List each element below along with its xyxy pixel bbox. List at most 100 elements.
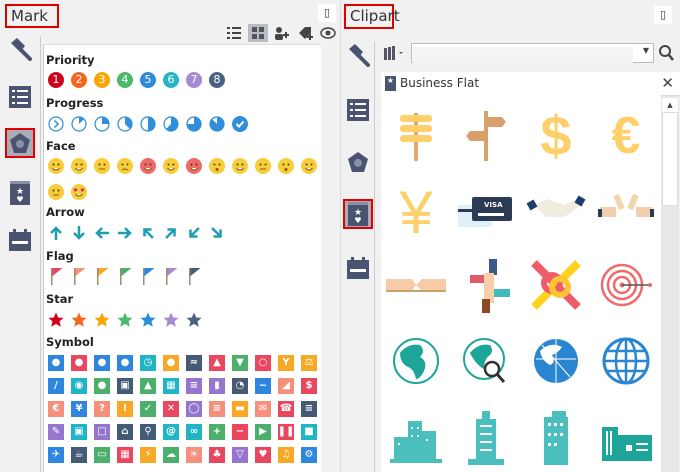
symbol-line-chart-icon[interactable]: ~ (255, 378, 271, 394)
symbol-home-icon[interactable]: ⌂ (117, 424, 133, 440)
clipart-linked-rings[interactable] (526, 255, 586, 315)
symbol-euro-icon[interactable]: € (48, 401, 64, 417)
priority-6-icon[interactable]: 6 (163, 72, 179, 88)
sidebar-clipart-book-button[interactable]: ★ ♥ (343, 199, 373, 229)
symbol-question-icon[interactable]: ? (94, 401, 110, 417)
close-icon[interactable]: ✕ (661, 74, 674, 92)
symbol-plus-icon[interactable]: + (209, 424, 225, 440)
flag-icon[interactable] (48, 267, 64, 289)
clipart-direction-signpost[interactable] (456, 103, 516, 163)
sidebar-outline-list-button[interactable] (5, 82, 35, 112)
symbol-dollar-icon[interactable]: $ (301, 378, 317, 394)
progress-13-icon[interactable] (71, 116, 87, 136)
arrow-up-right-icon[interactable] (163, 225, 179, 245)
arrow-down-left-icon[interactable] (186, 225, 202, 245)
progress-25-icon[interactable] (94, 116, 110, 136)
arrow-up-icon[interactable] (48, 225, 64, 245)
arrow-left-icon[interactable] (94, 225, 110, 245)
symbol-thumbs-down-icon[interactable]: ▼ (232, 355, 248, 371)
symbol-person-icon[interactable]: ● (94, 355, 110, 371)
symbol-minus-icon[interactable]: − (232, 424, 248, 440)
progress-0-icon[interactable] (48, 116, 64, 136)
sidebar-paintbrush-button[interactable] (5, 34, 35, 64)
symbol-music-icon[interactable]: ♫ (278, 447, 294, 463)
flag-icon[interactable] (71, 267, 87, 289)
clipart-euro[interactable]: € (596, 103, 656, 165)
symbol-cart-icon[interactable]: ▣ (117, 378, 133, 394)
symbol-person-icon[interactable]: ● (71, 355, 87, 371)
symbol-unlock-icon[interactable]: □ (94, 424, 110, 440)
priority-4-icon[interactable]: 4 (117, 72, 133, 88)
symbol-search-icon[interactable]: ⚲ (140, 424, 156, 440)
symbol-tree-icon[interactable]: ♣ (209, 447, 225, 463)
clipart-wooden-signpost[interactable] (386, 103, 446, 163)
symbol-link-icon[interactable]: ∞ (186, 424, 202, 440)
arrow-down-icon[interactable] (71, 225, 87, 245)
symbol-scales-icon[interactable]: ⚖ (301, 355, 317, 371)
arrow-down-right-icon[interactable] (209, 225, 225, 245)
face-laugh-icon[interactable] (301, 158, 317, 178)
symbol-table-icon[interactable]: ≡ (186, 378, 202, 394)
clipart-factory[interactable] (596, 407, 656, 467)
progress-100-icon[interactable] (232, 116, 248, 136)
priority-3-icon[interactable]: 3 (94, 72, 110, 88)
symbol-people-icon[interactable]: ● (117, 355, 133, 371)
sidebar-mark-pentagon-button[interactable] (5, 128, 35, 158)
clipart-globe-grid[interactable] (596, 331, 656, 391)
face-dizzy-icon[interactable] (48, 184, 64, 204)
progress-38-icon[interactable] (117, 116, 133, 136)
face-sleepy-icon[interactable] (255, 158, 271, 178)
symbol-check-icon[interactable]: ✓ (140, 401, 156, 417)
sidebar-calendar-button[interactable] (343, 253, 373, 283)
face-grin-icon[interactable] (48, 158, 64, 178)
flag-icon[interactable] (186, 267, 202, 289)
symbol-lightbulb-icon[interactable]: ◯ (186, 401, 202, 417)
face-surprised-icon[interactable] (209, 158, 225, 178)
star-icon[interactable] (117, 312, 133, 332)
symbol-area-chart-icon[interactable]: ◢ (278, 378, 294, 394)
scroll-up-button[interactable]: ▲ (662, 98, 678, 112)
flag-icon[interactable] (163, 267, 179, 289)
symbol-bomb-icon[interactable]: ● (163, 355, 179, 371)
chevron-down-icon[interactable]: ▼ (643, 46, 649, 55)
scrollbar[interactable]: ▲ (661, 96, 679, 472)
sidebar-calendar-button[interactable] (5, 225, 35, 255)
symbol-coffee-icon[interactable]: ☕ (71, 447, 87, 463)
symbol-trophy-icon[interactable]: Y (278, 355, 294, 371)
pin-icon[interactable]: ▯ (318, 4, 336, 22)
search-input[interactable] (413, 46, 633, 63)
symbol-lightning-icon[interactable]: ⚡ (140, 447, 156, 463)
symbol-lock-icon[interactable]: ▣ (71, 424, 87, 440)
symbol-gear-icon[interactable]: ⚙ (301, 447, 317, 463)
face-neutral-icon[interactable] (94, 158, 110, 178)
library-menu-icon[interactable] (383, 45, 405, 63)
symbol-battery-icon[interactable]: ▭ (94, 447, 110, 463)
clipart-skyscraper[interactable] (456, 407, 516, 467)
symbol-alarm-icon[interactable]: ◷ (140, 355, 156, 371)
pin-icon[interactable]: ▯ (654, 6, 672, 24)
clipart-office-tower[interactable] (526, 407, 586, 467)
progress-88-icon[interactable] (209, 116, 225, 136)
symbol-rocket-icon[interactable]: ▲ (140, 378, 156, 394)
symbol-document-icon[interactable]: ≡ (301, 401, 317, 417)
grid-view-icon[interactable] (248, 24, 268, 42)
priority-7-icon[interactable]: 7 (186, 72, 202, 88)
symbol-heart-icon[interactable]: ♥ (255, 447, 271, 463)
add-person-icon[interactable] (272, 24, 292, 42)
list-view-icon[interactable] (224, 24, 244, 42)
symbol-handshake-icon[interactable]: ≈ (186, 355, 202, 371)
symbol-person-icon[interactable]: ● (48, 355, 64, 371)
symbol-cross-icon[interactable]: ✕ (163, 401, 179, 417)
sidebar-clipart-book-button[interactable]: ★ ♥ (5, 178, 35, 208)
progress-63-icon[interactable] (163, 116, 179, 136)
symbol-calendar-icon[interactable]: ▦ (163, 378, 179, 394)
progress-75-icon[interactable] (186, 116, 202, 136)
symbol-thumbs-up-icon[interactable]: ▲ (209, 355, 225, 371)
priority-8-icon[interactable]: 8 (209, 72, 225, 88)
symbol-tornado-icon[interactable]: ▽ (232, 447, 248, 463)
symbol-rain-icon[interactable]: ☁ (163, 447, 179, 463)
symbol-sun-icon[interactable]: ☀ (186, 447, 202, 463)
library-tab[interactable]: ★ Business Flat ✕ (381, 72, 680, 96)
clipart-tug-hands[interactable] (386, 255, 446, 315)
star-icon[interactable] (94, 312, 110, 332)
